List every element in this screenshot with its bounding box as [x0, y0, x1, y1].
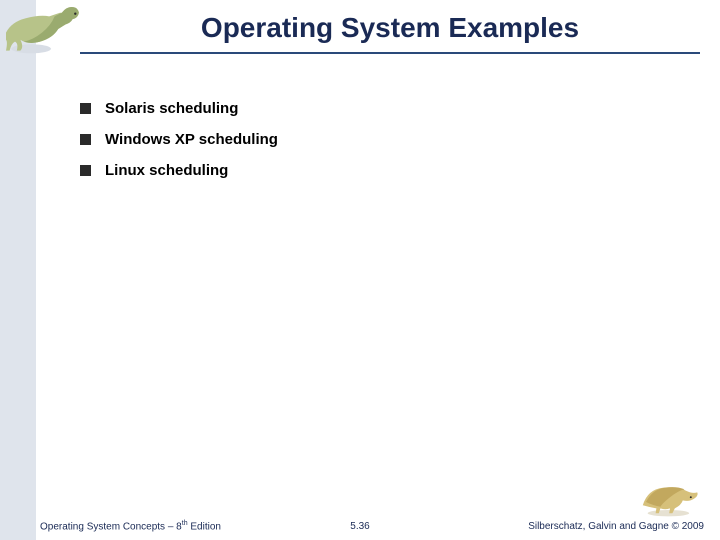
sidebar-strip [0, 0, 36, 540]
slide: Operating System Examples Solaris schedu… [0, 0, 720, 540]
footer: Operating System Concepts – 8th Edition … [0, 510, 720, 534]
title-rule [80, 52, 700, 54]
bullet-square-icon [80, 134, 91, 145]
bullet-square-icon [80, 103, 91, 114]
bullet-text: Solaris scheduling [105, 100, 238, 117]
footer-copyright: Silberschatz, Galvin and Gagne © 2009 [528, 521, 704, 532]
list-item: Linux scheduling [80, 162, 680, 179]
bullet-square-icon [80, 165, 91, 176]
header: Operating System Examples [80, 6, 700, 54]
bullet-text: Linux scheduling [105, 162, 228, 179]
bullet-text: Windows XP scheduling [105, 131, 278, 148]
page-title: Operating System Examples [80, 6, 700, 52]
list-item: Windows XP scheduling [80, 131, 680, 148]
list-item: Solaris scheduling [80, 100, 680, 117]
content-area: Solaris scheduling Windows XP scheduling… [80, 100, 680, 193]
dinosaur-icon [6, 2, 96, 56]
